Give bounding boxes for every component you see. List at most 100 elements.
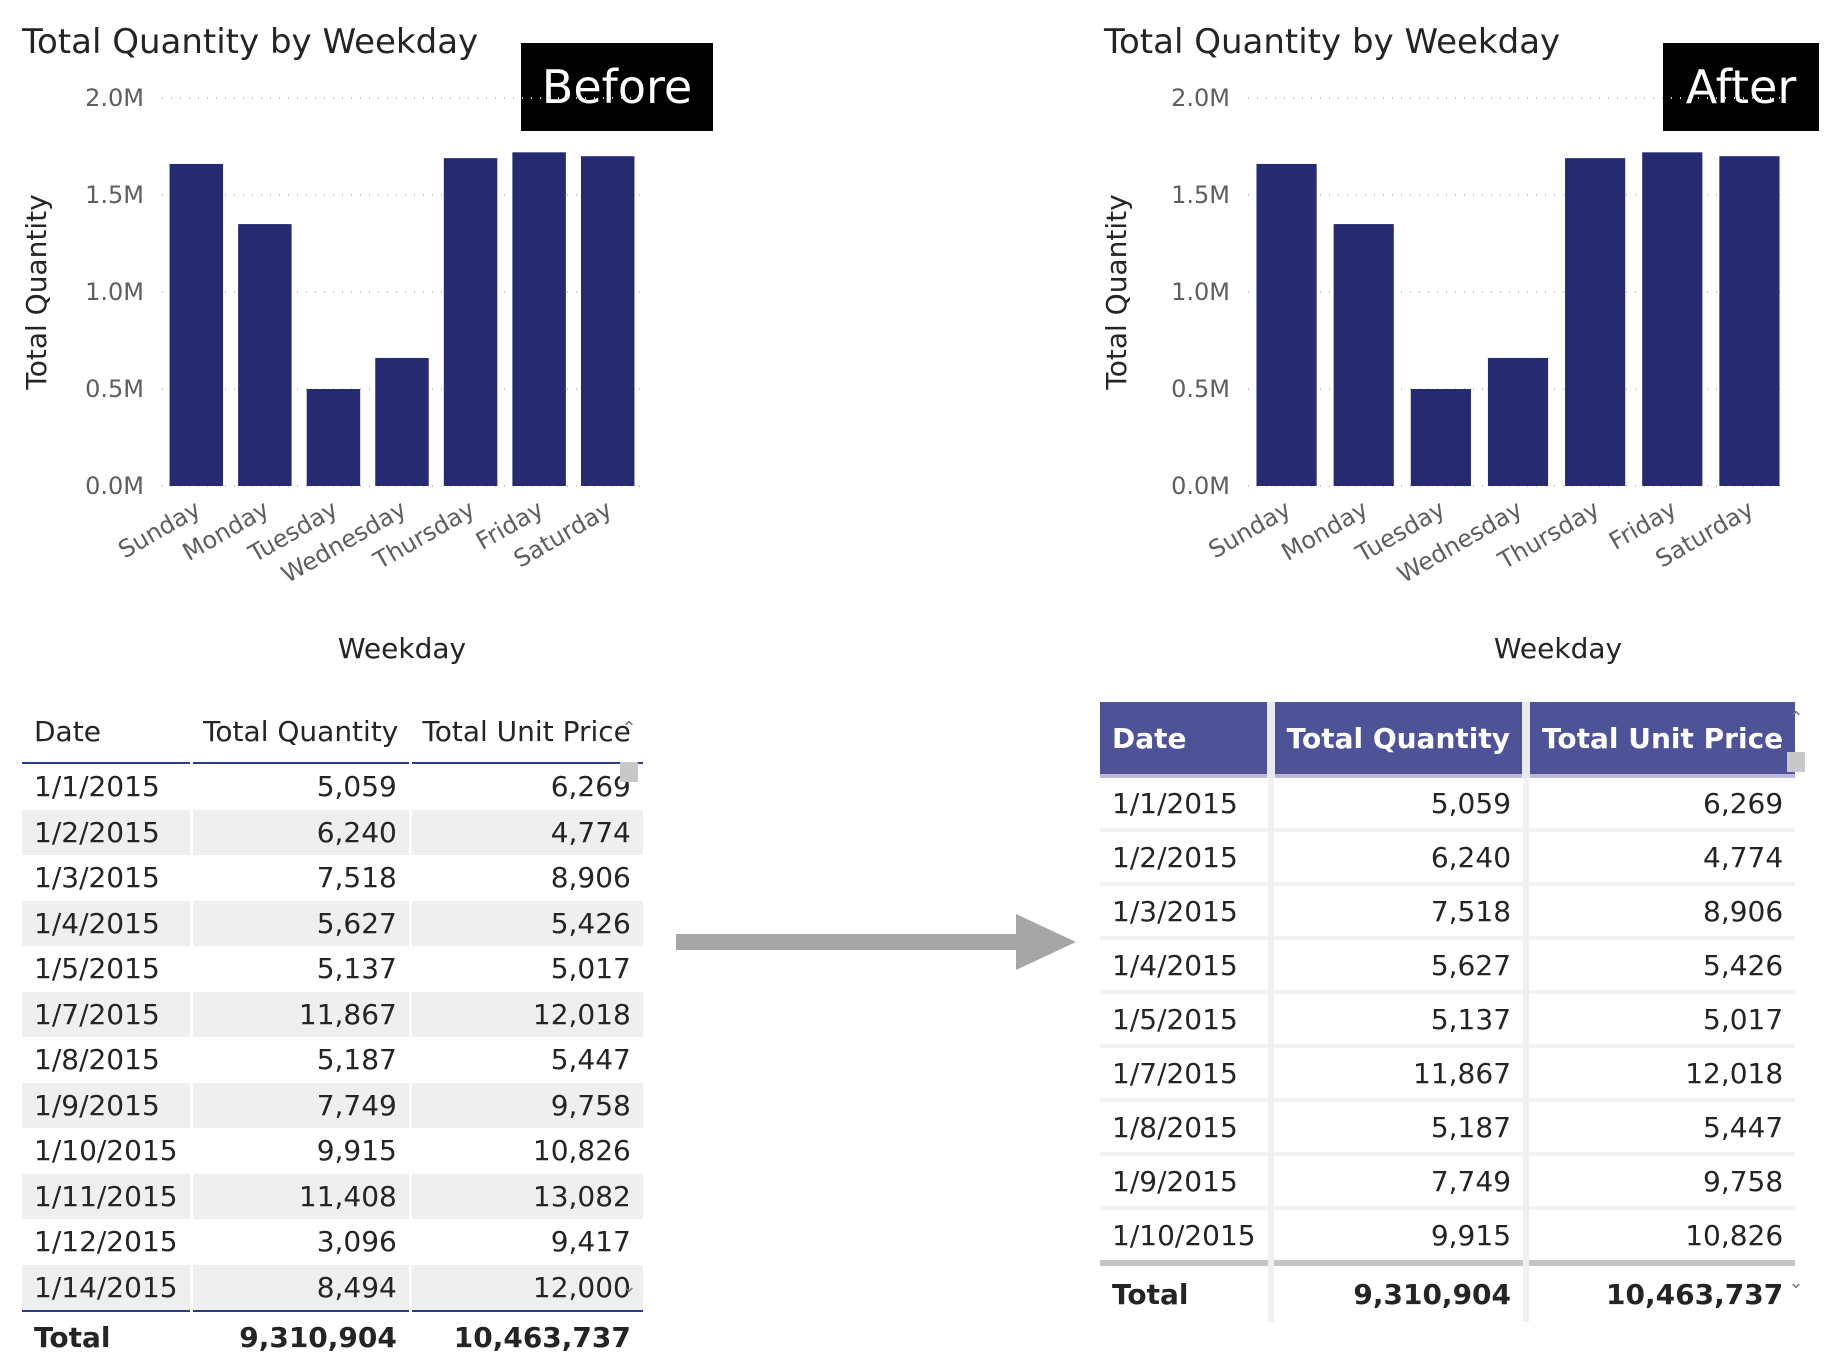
- y-tick-label: 0.5M: [85, 375, 144, 403]
- cell-date: 1/9/2015: [1100, 1154, 1271, 1210]
- column-header-total-quantity[interactable]: Total Quantity: [191, 700, 411, 764]
- column-header-date[interactable]: Date: [22, 700, 192, 764]
- bar[interactable]: [306, 389, 361, 486]
- cell-total-unit-price: 10,826: [1523, 1208, 1796, 1265]
- chevron-up-icon[interactable]: ⌃: [1785, 708, 1807, 730]
- bar[interactable]: [512, 152, 566, 486]
- cell-total-quantity: 7,749: [1267, 1154, 1527, 1210]
- cell-date: 1/7/2015: [22, 991, 192, 1037]
- cell-date: 1/2/2015: [22, 809, 192, 855]
- table-row[interactable]: 1/8/2015 5,187 5,447: [1100, 1100, 1796, 1156]
- bar[interactable]: [443, 158, 498, 486]
- cell-date: 1/10/2015: [34, 1134, 178, 1168]
- table-row[interactable]: 1/10/2015 9,915 10,826: [1100, 1208, 1796, 1265]
- table-header-row: Date Total Quantity Total Unit Price: [1100, 702, 1796, 778]
- cell-total-quantity: 7,518: [1267, 884, 1527, 940]
- column-header-total-unit-price[interactable]: Total Unit Price: [1522, 702, 1796, 778]
- cell-total-unit-price: 6,269: [408, 763, 643, 810]
- table-row[interactable]: 1/7/2015 11,867 12,018: [22, 991, 643, 1037]
- data-table: Date Total Quantity Total Unit Price 1/1…: [22, 700, 643, 1362]
- bar-chart: 0.0M0.5M1.0M1.5M2.0MSundayMondayTuesdayW…: [20, 84, 642, 665]
- table-row[interactable]: 1/8/2015 5,187 5,447: [22, 1037, 643, 1083]
- column-header-total-quantity[interactable]: Total Quantity: [1266, 702, 1527, 778]
- table-row[interactable]: 1/7/2015 11,867 12,018: [1100, 1046, 1796, 1102]
- y-tick-label: 0.0M: [1171, 472, 1230, 500]
- cell-total-unit-price: 5,017: [1523, 992, 1796, 1048]
- cell-date: 1/2/2015: [1100, 830, 1271, 886]
- chart-title: Total Quantity by Weekday: [22, 22, 479, 62]
- scroll-thumb[interactable]: [1787, 752, 1805, 772]
- table-row[interactable]: 1/4/2015 5,627 5,426: [22, 900, 643, 946]
- cell-date: 1/7/2015: [1100, 1046, 1271, 1102]
- cell-total-quantity: 5,137: [1267, 992, 1527, 1048]
- table-row[interactable]: 1/10/2015 9,915 10,826: [22, 1128, 643, 1174]
- bar[interactable]: [1410, 389, 1471, 486]
- chevron-down-icon[interactable]: ⌄: [1785, 1272, 1807, 1294]
- y-tick-label: 1.0M: [85, 278, 144, 306]
- cell-total-unit-price: 8,906: [408, 855, 643, 901]
- table-row[interactable]: 1/5/2015 5,137 5,017: [22, 946, 643, 992]
- bar[interactable]: [1719, 156, 1780, 486]
- table-row[interactable]: 1/3/2015 7,518 8,906: [22, 855, 643, 901]
- total-label: Total: [1100, 1260, 1271, 1322]
- cell-total-quantity: 3,096: [189, 1219, 411, 1265]
- bar[interactable]: [1565, 158, 1626, 486]
- bar[interactable]: [1487, 357, 1549, 486]
- cell-total-quantity: 5,187: [189, 1037, 411, 1083]
- cell-date: 1/4/2015: [22, 900, 192, 946]
- table-row[interactable]: 1/14/2015 8,494 12,000: [22, 1264, 643, 1311]
- table-row[interactable]: 1/1/2015 5,059 6,269: [1100, 776, 1796, 832]
- total-quantity: 9,310,904: [1267, 1260, 1527, 1322]
- column-header-total-unit-price[interactable]: Total Unit Price: [410, 700, 643, 764]
- y-axis-label: Total Quantity: [20, 194, 53, 390]
- cell-total-quantity: 6,240: [1267, 830, 1527, 886]
- cell-total-quantity: 11,867: [189, 991, 411, 1037]
- table-total-row: Total 9,310,904 10,463,737: [1100, 1260, 1796, 1322]
- cell-date: 1/3/2015: [34, 861, 160, 895]
- cell-total-unit-price: 4,774: [1523, 830, 1796, 886]
- total-unit-price: 10,463,737: [1523, 1260, 1796, 1322]
- cell-total-unit-price: 12,018: [1523, 1046, 1796, 1102]
- scroll-thumb[interactable]: [620, 762, 638, 782]
- cell-total-unit-price: 13,082: [408, 1173, 643, 1219]
- bar-chart: 0.0M0.5M1.0M1.5M2.0MSundayMondayTuesdayW…: [1100, 84, 1788, 665]
- bar[interactable]: [238, 224, 292, 486]
- y-axis-label: Total Quantity: [1100, 194, 1133, 390]
- bar[interactable]: [580, 156, 635, 486]
- y-tick-label: 0.5M: [1171, 375, 1230, 403]
- table-row[interactable]: 1/9/2015 7,749 9,758: [1100, 1154, 1796, 1210]
- bar[interactable]: [1256, 163, 1317, 486]
- table-row[interactable]: 1/1/2015 5,059 6,269: [22, 763, 643, 810]
- x-axis-label: Weekday: [338, 632, 466, 665]
- cell-total-unit-price: 6,269: [1523, 776, 1796, 832]
- bar[interactable]: [169, 163, 224, 486]
- table-scrollbar[interactable]: ⌃ ⌄: [618, 718, 640, 1298]
- table-row[interactable]: 1/11/2015 11,408 13,082: [22, 1173, 643, 1219]
- table-scrollbar[interactable]: ⌃ ⌄: [1785, 708, 1807, 1294]
- cell-date: 1/8/2015: [34, 1043, 160, 1077]
- bar[interactable]: [1642, 152, 1703, 486]
- cell-total-quantity: 5,137: [189, 946, 411, 992]
- table-row[interactable]: 1/9/2015 7,749 9,758: [22, 1082, 643, 1128]
- cell-total-quantity: 5,059: [1267, 776, 1527, 832]
- table-row[interactable]: 1/12/2015 3,096 9,417: [22, 1219, 643, 1265]
- cell-total-quantity: 9,915: [1267, 1208, 1527, 1265]
- table-row[interactable]: 1/2/2015 6,240 4,774: [22, 809, 643, 855]
- table-row[interactable]: 1/2/2015 6,240 4,774: [1100, 830, 1796, 886]
- right-arrow-icon: [676, 914, 1076, 970]
- total-quantity: 9,310,904: [189, 1310, 411, 1362]
- cell-date: 1/10/2015: [1100, 1208, 1271, 1265]
- bar[interactable]: [1333, 224, 1394, 486]
- bar[interactable]: [375, 357, 429, 486]
- chevron-up-icon[interactable]: ⌃: [618, 718, 640, 740]
- table-row[interactable]: 1/3/2015 7,518 8,906: [1100, 884, 1796, 940]
- cell-date: 1/5/2015: [34, 952, 160, 986]
- column-header-date[interactable]: Date: [1100, 702, 1271, 778]
- chevron-down-icon[interactable]: ⌄: [618, 1276, 640, 1298]
- y-tick-label: 0.0M: [85, 472, 144, 500]
- table-row[interactable]: 1/5/2015 5,137 5,017: [1100, 992, 1796, 1048]
- cell-date: 1/12/2015: [34, 1225, 178, 1259]
- table-row[interactable]: 1/4/2015 5,627 5,426: [1100, 938, 1796, 994]
- y-tick-label: 2.0M: [1171, 84, 1230, 112]
- cell-total-unit-price: 5,017: [408, 946, 643, 992]
